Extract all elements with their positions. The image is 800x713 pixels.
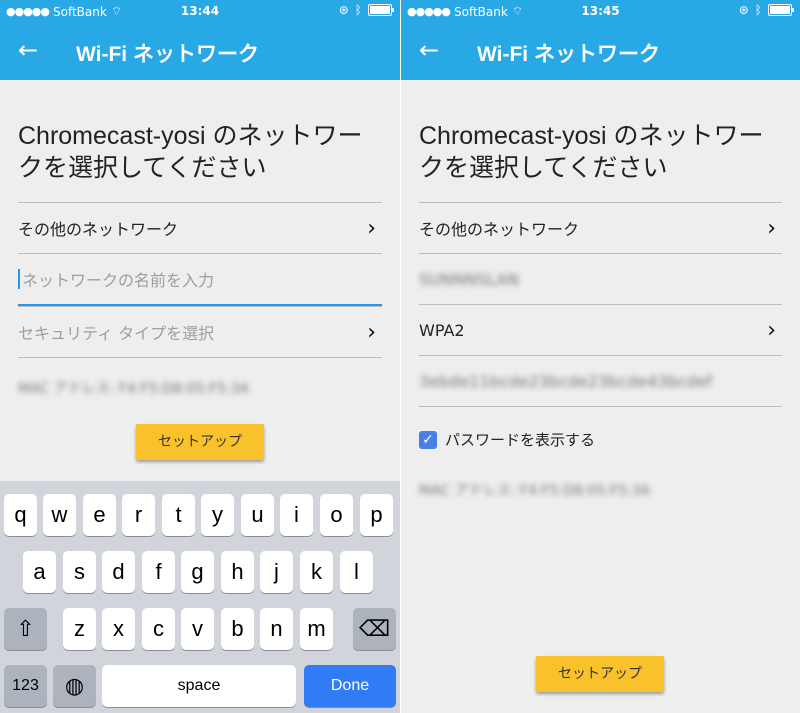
content: Chromecast-yosi のネットワークを選択してください その他のネット… <box>401 120 800 500</box>
backspace-icon: ⌫ <box>358 616 391 641</box>
app-bar: ← Wi-Fi ネットワーク <box>401 22 800 80</box>
key-z[interactable]: z <box>63 608 96 650</box>
app-bar-title: Wi-Fi ネットワーク <box>76 43 259 66</box>
other-networks-row[interactable]: その他のネットワーク › <box>419 202 782 253</box>
key-o[interactable]: o <box>320 494 353 536</box>
key-n[interactable]: n <box>260 608 293 650</box>
page-heading: Chromecast-yosi のネットワークを選択してください <box>419 122 764 182</box>
app-bar: ← Wi-Fi ネットワーク <box>0 22 400 80</box>
key-r[interactable]: r <box>122 494 155 536</box>
key-b[interactable]: b <box>221 608 254 650</box>
key-y[interactable]: y <box>201 494 234 536</box>
numbers-key[interactable]: 123 <box>4 665 47 707</box>
key-p[interactable]: p <box>360 494 393 536</box>
mac-address-text: MAC アドレス: F4:F5:D8:05:F5:3A <box>419 483 651 499</box>
left-screen: ●●●●● SoftBank ⌔ 13:44 ⊛ ᛒ ← Wi-Fi ネットワー… <box>0 0 400 713</box>
battery-icon <box>768 4 794 16</box>
key-f[interactable]: f <box>142 551 175 593</box>
keyboard-row-2: a s d f g h j k l <box>0 551 400 593</box>
security-type-select[interactable]: セキュリティ タイプを選択 › <box>18 306 382 357</box>
other-networks-label: その他のネットワーク <box>18 220 179 239</box>
setup-button[interactable]: セットアップ <box>136 424 264 460</box>
security-type-select[interactable]: WPA2 › <box>419 304 782 355</box>
backspace-key[interactable]: ⌫ <box>353 608 396 650</box>
key-s[interactable]: s <box>63 551 96 593</box>
text-caret <box>18 269 20 289</box>
checkbox-checked-icon[interactable]: ✓ <box>419 430 437 449</box>
setup-button[interactable]: セットアップ <box>536 656 664 692</box>
chevron-right-icon: › <box>367 215 376 241</box>
key-m[interactable]: m <box>300 608 333 650</box>
mac-address-text: MAC アドレス: F4:F5:D8:05:F5:3A <box>18 381 250 397</box>
shift-key[interactable]: ⇧ <box>4 608 47 650</box>
key-c[interactable]: c <box>142 608 175 650</box>
done-key[interactable]: Done <box>304 665 396 707</box>
key-i[interactable]: i <box>280 494 313 536</box>
key-x[interactable]: x <box>102 608 135 650</box>
orientation-lock-icon: ⊛ <box>338 3 349 17</box>
bluetooth-icon: ᛒ <box>354 3 362 17</box>
key-v[interactable]: v <box>181 608 214 650</box>
chevron-right-icon: › <box>367 319 376 345</box>
key-e[interactable]: e <box>83 494 116 536</box>
content: Chromecast-yosi のネットワークを選択してください その他のネット… <box>0 120 400 418</box>
back-arrow-icon[interactable]: ← <box>18 36 38 64</box>
key-w[interactable]: w <box>43 494 76 536</box>
key-a[interactable]: a <box>23 551 56 593</box>
shift-icon: ⇧ <box>16 616 35 641</box>
status-right: ⊛ ᛒ <box>738 3 794 17</box>
security-type-placeholder: セキュリティ タイプを選択 <box>18 324 215 343</box>
network-name-input[interactable]: ネットワークの名前を入力 <box>18 253 382 306</box>
network-name-field[interactable]: SUNNNSLAN <box>419 253 782 304</box>
chevron-right-icon: › <box>767 215 776 241</box>
space-key[interactable]: space <box>102 665 296 707</box>
show-password-label: パスワードを表示する <box>445 431 596 449</box>
key-k[interactable]: k <box>300 551 333 593</box>
key-d[interactable]: d <box>102 551 135 593</box>
status-bar: ●●●●● SoftBank ⌔ 13:44 ⊛ ᛒ <box>0 0 400 22</box>
network-name-placeholder: ネットワークの名前を入力 <box>22 271 215 290</box>
key-g[interactable]: g <box>181 551 214 593</box>
key-h[interactable]: h <box>221 551 254 593</box>
network-name-value: SUNNNSLAN <box>419 269 520 289</box>
security-type-value: WPA2 <box>419 320 465 340</box>
app-bar-title: Wi-Fi ネットワーク <box>477 43 660 66</box>
other-networks-row[interactable]: その他のネットワーク › <box>18 202 382 253</box>
password-field[interactable]: 3ebde11bcde23bcde23bcde43bcdef <box>419 355 782 407</box>
battery-icon <box>368 4 394 16</box>
keyboard-row-1: q w e r t y u i o p <box>0 494 400 536</box>
key-j[interactable]: j <box>260 551 293 593</box>
right-screen: ●●●●● SoftBank ⌔ 13:45 ⊛ ᛒ ← Wi-Fi ネットワー… <box>401 0 800 713</box>
bluetooth-icon: ᛒ <box>754 3 762 17</box>
key-l[interactable]: l <box>340 551 373 593</box>
status-right: ⊛ ᛒ <box>338 3 394 17</box>
chevron-right-icon: › <box>767 317 776 343</box>
orientation-lock-icon: ⊛ <box>738 3 749 17</box>
mac-address-row: MAC アドレス: F4:F5:D8:05:F5:3A <box>419 480 782 500</box>
key-q[interactable]: q <box>4 494 37 536</box>
show-password-checkbox-row[interactable]: ✓ パスワードを表示する <box>419 429 782 450</box>
globe-icon: ◍ <box>64 673 85 698</box>
ios-keyboard: q w e r t y u i o p a s d f g h j k l ⇧ … <box>0 481 400 713</box>
other-networks-label: その他のネットワーク <box>419 220 580 239</box>
key-t[interactable]: t <box>162 494 195 536</box>
key-u[interactable]: u <box>241 494 274 536</box>
comparison-wrapper: ●●●●● SoftBank ⌔ 13:44 ⊛ ᛒ ← Wi-Fi ネットワー… <box>0 0 800 713</box>
status-bar: ●●●●● SoftBank ⌔ 13:45 ⊛ ᛒ <box>401 0 800 22</box>
keyboard-row-3: ⇧ z x c v b n m ⌫ <box>0 608 400 650</box>
keyboard-row-4: 123 ◍ space Done <box>0 665 400 707</box>
page-heading: Chromecast-yosi のネットワークを選択してください <box>18 122 363 182</box>
password-value: 3ebde11bcde23bcde23bcde43bcdef <box>419 371 713 391</box>
globe-key[interactable]: ◍ <box>53 665 96 707</box>
back-arrow-icon[interactable]: ← <box>419 36 439 64</box>
mac-address-row: MAC アドレス: F4:F5:D8:05:F5:3A <box>18 357 382 418</box>
